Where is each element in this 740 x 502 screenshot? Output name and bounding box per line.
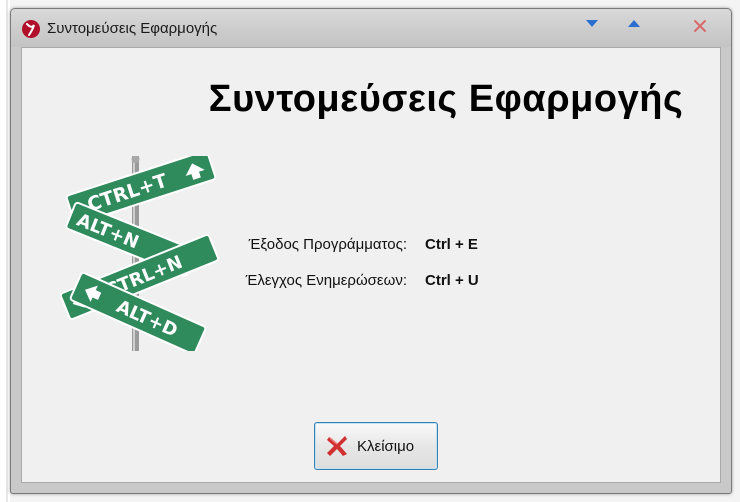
shortcut-keys: Ctrl + U (425, 272, 479, 289)
page-title: Συντομεύσεις Εφαρμογής (208, 78, 684, 120)
window-title: Συντομεύσεις Εφαρμογής (47, 20, 218, 37)
screen-background: Συντομεύσεις Εφαρμογής Συντομεύσεις Εφαρ… (0, 0, 740, 502)
triangle-down-icon (586, 20, 598, 27)
close-button[interactable]: Κλείσιμο (314, 422, 438, 470)
shortcut-label: Έξοδος Προγράμματος: (248, 236, 407, 253)
minimize-button[interactable] (579, 15, 605, 37)
close-x-icon (694, 20, 706, 32)
dialog-content: Συντομεύσεις Εφαρμογής CTRL+T ALT+N CTRL… (21, 47, 721, 483)
window-close-button[interactable] (687, 15, 713, 37)
shortcut-row-exit: Έξοδος Προγράμματος: Ctrl + E (207, 236, 478, 253)
background-edge (0, 0, 10, 502)
red-x-icon (327, 436, 347, 456)
shortcut-row-updates: Έλεγχος Ενημερώσεων: Ctrl + U (207, 272, 479, 289)
app-logo-icon (21, 19, 41, 39)
titlebar[interactable]: Συντομεύσεις Εφαρμογής (11, 9, 731, 47)
shortcut-keys: Ctrl + E (425, 236, 478, 253)
dialog-window: Συντομεύσεις Εφαρμογής Συντομεύσεις Εφαρ… (10, 8, 732, 494)
street-sign-illustration: CTRL+T ALT+N CTRL+N ALT+D (59, 156, 219, 351)
shortcut-label: Έλεγχος Ενημερώσεων: (245, 272, 407, 289)
close-button-label: Κλείσιμο (357, 438, 415, 455)
triangle-up-icon (628, 20, 640, 27)
maximize-button[interactable] (621, 15, 647, 37)
